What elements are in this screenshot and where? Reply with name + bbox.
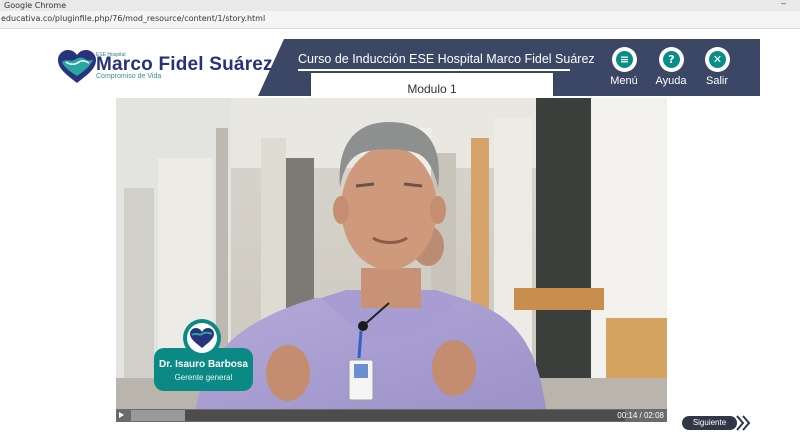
speaker-role: Gerente general [174, 373, 233, 382]
seek-progress [131, 410, 186, 421]
heart-logo-icon [58, 50, 96, 83]
play-icon[interactable] [119, 412, 124, 418]
next-label: Siguiente [682, 416, 737, 430]
minimize-button[interactable]: – [781, 0, 786, 8]
url-text[interactable]: educativa.co/pluginfile.php/76/mod_resou… [1, 13, 265, 25]
exit-button[interactable]: ✕ Salir [697, 49, 737, 91]
time-display: 00:14 / 02:08 [617, 411, 664, 420]
menu-button[interactable]: ≡ Menú [604, 49, 644, 91]
help-label: Ayuda [655, 75, 687, 87]
help-button[interactable]: ? Ayuda [651, 49, 691, 91]
video-controls: 00:14 / 02:08 [116, 409, 667, 422]
speaker-name: Dr. Isauro Barbosa [159, 359, 248, 370]
exit-label: Salir [705, 75, 728, 87]
close-icon: ✕ [709, 51, 726, 68]
module-label: Modulo 1 [407, 82, 457, 96]
title-underline [298, 69, 570, 71]
browser-app-title: Google Chrome [4, 1, 67, 10]
next-button[interactable]: Siguiente [682, 415, 751, 431]
help-icon: ? [663, 51, 680, 68]
menu-icon: ≡ [616, 51, 633, 68]
double-chevron-right-icon [736, 415, 751, 431]
seek-bar[interactable] [131, 410, 625, 421]
logo-tagline: Compromiso de Vida [96, 73, 162, 80]
course-title: Curso de Inducción ESE Hospital Marco Fi… [298, 52, 595, 66]
browser-titlebar: Google Chrome – [0, 0, 800, 11]
address-bar[interactable]: educativa.co/pluginfile.php/76/mod_resou… [0, 11, 800, 29]
menu-label: Menú [610, 75, 638, 87]
